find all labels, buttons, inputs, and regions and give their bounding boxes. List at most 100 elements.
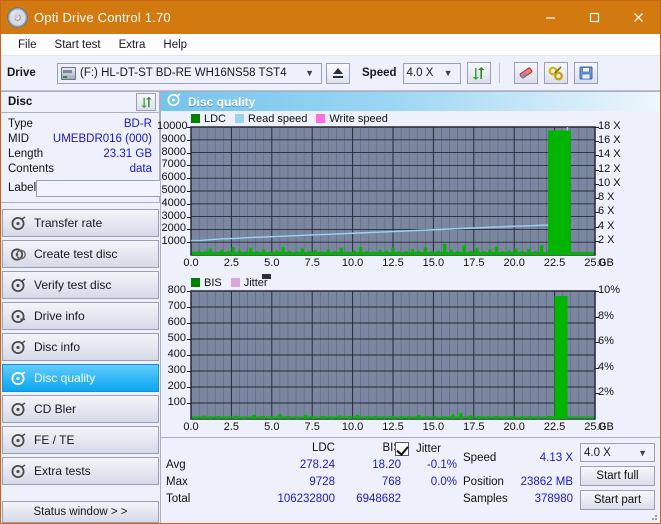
y-tick-mark-right xyxy=(595,141,599,143)
test-speed-select[interactable]: 4.0 X ▼ xyxy=(580,443,655,462)
nav-list: Transfer rate Create test disc Verify te… xyxy=(1,209,160,488)
eject-button[interactable] xyxy=(326,62,350,84)
y-tick-mark-right xyxy=(595,240,599,242)
sidebar-item-label: Transfer rate xyxy=(34,216,103,230)
disc-row-type: Type BD-R xyxy=(8,116,152,131)
chart-marker xyxy=(262,274,271,279)
save-button[interactable] xyxy=(573,62,598,84)
legend-label-bis: BIS xyxy=(204,276,222,289)
start-full-button[interactable]: Start full xyxy=(580,466,655,486)
sidebar-item-create-test-disc[interactable]: Create test disc xyxy=(2,240,159,268)
stats-header-bis: BIS xyxy=(382,442,401,454)
eject-icon xyxy=(333,68,343,74)
jitter-label: Jitter xyxy=(416,443,441,455)
maximize-icon[interactable] xyxy=(572,1,616,34)
menu-item-file[interactable]: File xyxy=(9,37,46,53)
disc-icon xyxy=(7,7,28,28)
legend-swatch-read-speed xyxy=(235,114,245,123)
sidebar-item-verify-test-disc[interactable]: Verify test disc xyxy=(2,271,159,299)
sidebar-item-drive-info[interactable]: Drive info xyxy=(2,302,159,330)
sidebar-item-label: Verify test disc xyxy=(34,278,112,292)
status-window-button[interactable]: Status window > > xyxy=(2,501,159,523)
y-tick-left: 3000 xyxy=(161,209,186,222)
stats-jitter-max: 0.0% xyxy=(430,476,457,488)
y-tick-mark-left xyxy=(187,339,191,340)
sidebar-item-extra-tests[interactable]: Extra tests xyxy=(2,457,159,485)
disc-test-icon xyxy=(11,215,26,231)
menu-item-extra[interactable]: Extra xyxy=(110,37,155,53)
y-tick-left: 100 xyxy=(167,396,186,408)
y-tick-left: 9000 xyxy=(161,132,186,145)
drive-info-icon xyxy=(11,309,26,324)
disc-row-key: Contents xyxy=(8,162,55,175)
y-tick-mark-left xyxy=(187,203,191,205)
x-tick: 5.0 xyxy=(264,257,280,269)
drive-select[interactable]: (F:) HL-DT-ST BD-RE WH16NS58 TST4 ▼ xyxy=(57,62,322,84)
menu-item-start-test[interactable]: Start test xyxy=(46,37,110,53)
panel-title: Disc quality xyxy=(188,94,256,109)
x-tick: 17.5 xyxy=(463,257,485,269)
speed-label: Speed xyxy=(362,67,397,79)
y-tick-mark-right xyxy=(595,316,599,318)
chart-top: 10000 9000 8000 7000 6000 5000 4000 3000 2000 100… xyxy=(157,120,660,273)
y-tick-mark-right xyxy=(595,198,599,200)
x-tick: 12.5 xyxy=(382,257,404,269)
cd-bler-icon xyxy=(11,401,26,417)
minimize-icon[interactable] xyxy=(528,1,572,34)
resize-grip[interactable] xyxy=(648,511,658,521)
disc-row-value: UMEBDR016 (000) xyxy=(52,132,152,145)
chevron-down-icon: ▼ xyxy=(305,68,314,78)
disc-refresh-button[interactable] xyxy=(136,93,156,111)
window-controls xyxy=(528,1,660,34)
position-value: 23862 MB xyxy=(520,476,573,488)
y-tick-right: 14 X xyxy=(598,148,621,161)
stats-jitter-avg: -0.1% xyxy=(426,459,457,471)
y-tick-mark-right xyxy=(595,169,599,171)
sidebar-item-transfer-rate[interactable]: Transfer rate xyxy=(2,209,159,237)
y-tick-mark-left xyxy=(187,371,191,372)
sidebar-item-cd-bler[interactable]: CD Bler xyxy=(2,395,159,423)
x-tick: 22.5 xyxy=(543,421,566,433)
jitter-checkbox[interactable] xyxy=(395,442,409,456)
disc-row-key: Type xyxy=(8,117,33,130)
chart-top-canvas xyxy=(190,126,596,256)
erase-button[interactable] xyxy=(513,62,538,84)
speed-stat-value: 4.13 X xyxy=(539,452,573,464)
x-tick: 10.0 xyxy=(341,257,364,269)
start-part-button[interactable]: Start part xyxy=(580,490,655,510)
legend-swatch-ldc xyxy=(191,114,200,123)
disc-row-key: Length xyxy=(8,147,44,160)
sidebar-item-label: Extra tests xyxy=(34,464,91,478)
eraser-icon xyxy=(519,66,532,79)
menu-item-help[interactable]: Help xyxy=(154,37,196,53)
speed-select-value: 4.0 X xyxy=(406,67,434,79)
x-axis-label: GB xyxy=(598,257,614,269)
stats-header-ldc: LDC xyxy=(311,442,335,454)
chart-bottom-canvas xyxy=(190,290,596,420)
x-tick: 7.5 xyxy=(304,421,320,433)
sidebar-item-fe-te[interactable]: FE / TE xyxy=(2,426,159,454)
tools-button[interactable] xyxy=(543,62,568,84)
stats-ldc-max: 9728 xyxy=(309,476,335,488)
close-icon[interactable] xyxy=(616,1,660,34)
main-panel: Disc quality LDC Read speed Write speed … xyxy=(157,91,660,523)
y-tick-mark-right xyxy=(595,367,599,369)
disc-panel: Disc Type BD-R MID UMEBDR016 (000) Lengt… xyxy=(1,91,239,203)
disc-row-contents: Contents data xyxy=(8,161,152,176)
speed-select[interactable]: 4.0 X ▼ xyxy=(402,62,461,84)
chevron-down-icon: ▼ xyxy=(638,447,647,458)
disc-row-value: BD-R xyxy=(123,117,152,130)
sidebar-item-disc-quality[interactable]: Disc quality xyxy=(2,364,159,392)
y-tick-mark-left xyxy=(187,216,191,218)
drive-select-value: (F:) HL-DT-ST BD-RE WH16NS58 TST4 xyxy=(80,67,287,79)
y-tick-right: 16 X xyxy=(598,134,621,147)
disc-panel-title: Disc xyxy=(8,96,33,108)
x-tick: 5.0 xyxy=(264,421,280,433)
refresh-button[interactable] xyxy=(466,62,491,84)
x-tick: 0.0 xyxy=(183,257,199,269)
y-tick-right: 12 X xyxy=(598,162,621,175)
disc-info-icon xyxy=(11,339,26,355)
y-tick-left: 700 xyxy=(167,300,186,312)
sidebar-item-disc-info[interactable]: Disc info xyxy=(2,333,159,361)
toolbar-divider xyxy=(498,63,500,83)
